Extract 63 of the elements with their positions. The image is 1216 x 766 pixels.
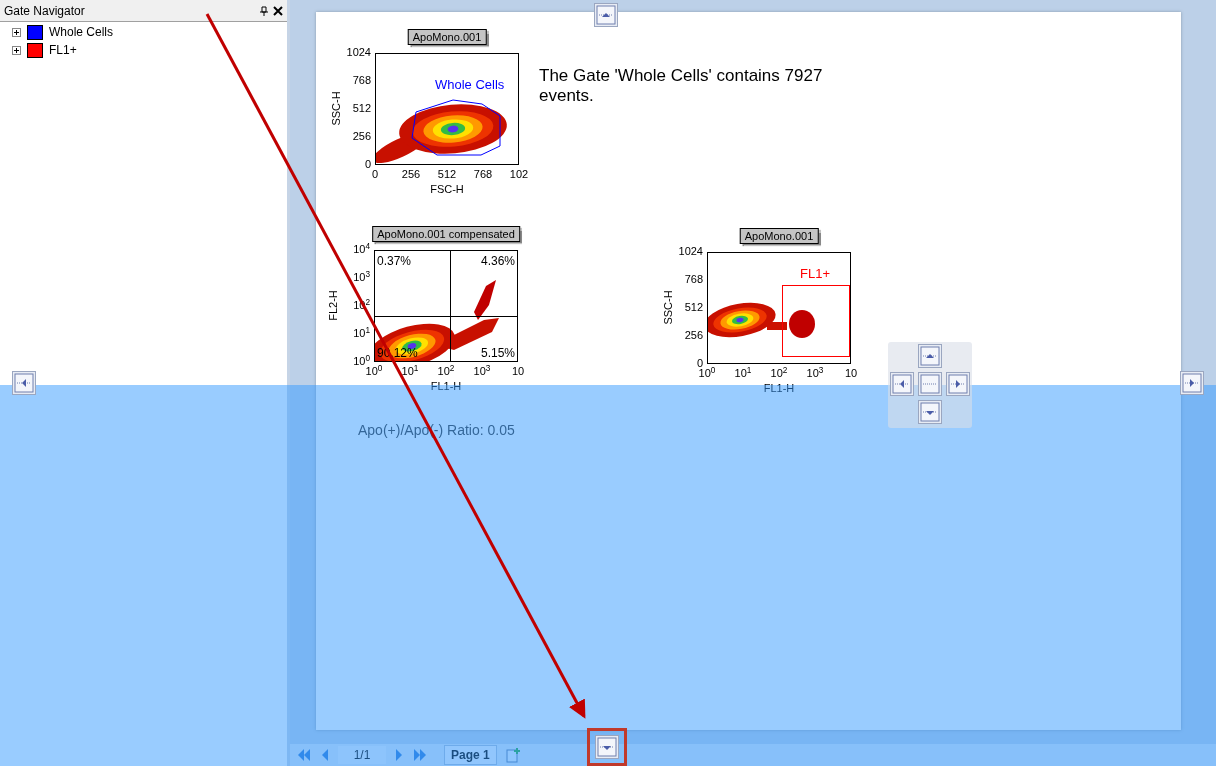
x-tick-label: 768	[473, 169, 493, 180]
dock-left-button[interactable]	[890, 372, 914, 396]
x-tick-label: 10$^{3}$	[806, 368, 824, 379]
quadrant-percentage: 0.37%	[377, 255, 412, 267]
x-tick-label: 256	[401, 169, 421, 180]
quadrant-percentage: 5.15%	[480, 347, 515, 359]
y-tick-label: 0	[364, 159, 371, 170]
dock-top-button[interactable]	[918, 344, 942, 368]
y-axis-label: FL2-H	[327, 290, 339, 321]
highlight-frame	[587, 728, 627, 766]
close-icon[interactable]	[273, 5, 283, 16]
y-tick-label: 768	[684, 274, 703, 285]
panel-title: Gate Navigator	[4, 2, 86, 20]
dock-left-button[interactable]	[12, 371, 36, 395]
pin-icon[interactable]	[259, 5, 269, 16]
expand-icon[interactable]	[12, 27, 21, 37]
x-tick-label: 10$^{1}$	[734, 368, 752, 379]
x-tick-label: 10$^{3}$	[473, 366, 491, 377]
x-tick-label: 10$^{0}$	[365, 366, 383, 377]
y-tick-label: 10$^{3}$	[353, 272, 370, 283]
y-tick-label: 0	[696, 358, 703, 369]
gate-outline	[782, 285, 850, 357]
x-tick-label: 10$^{2}$	[770, 368, 788, 379]
y-tick-label: 1024	[346, 47, 371, 58]
dock-right-button[interactable]	[946, 372, 970, 396]
y-tick-label: 768	[352, 75, 371, 86]
x-tick-label: 10$^{2}$	[437, 366, 455, 377]
y-tick-label: 1024	[678, 246, 703, 257]
dock-bottom-button[interactable]	[918, 400, 942, 424]
dock-top-button[interactable]	[594, 3, 618, 27]
dock-center-button[interactable]	[918, 372, 942, 396]
y-tick-label: 256	[684, 330, 703, 341]
page-position-field[interactable]: 1/1	[338, 746, 386, 764]
gate-info-text: The Gate 'Whole Cells' contains 7927 events.	[539, 66, 824, 106]
expand-icon[interactable]	[12, 45, 21, 55]
y-axis-label: SSC-H	[662, 290, 674, 325]
y-tick-label: 256	[352, 131, 371, 142]
x-tick-label: 10$^{1}$	[401, 366, 419, 377]
x-tick-label: 102	[509, 169, 529, 180]
y-tick-label: 10$^{4}$	[353, 244, 370, 255]
x-tick-label: 512	[437, 169, 457, 180]
x-tick-label: 10	[511, 366, 525, 377]
y-axis-label: SSC-H	[330, 91, 342, 126]
y-tick-label: 10$^{1}$	[353, 328, 370, 339]
x-axis-label: FSC-H	[430, 184, 464, 195]
gate-tree-item[interactable]: Whole Cells	[49, 23, 114, 41]
y-tick-label: 512	[352, 103, 371, 114]
y-tick-label: 10$^{0}$	[353, 356, 370, 367]
page-tab[interactable]: Page 1	[444, 745, 497, 765]
x-tick-label: 10$^{0}$	[698, 368, 716, 379]
x-axis-label: FL1-H	[763, 383, 795, 394]
plot-title: ApoMono.001	[407, 29, 487, 45]
x-tick-label: 10	[844, 368, 858, 379]
plot-title: ApoMono.001	[739, 228, 819, 244]
y-tick-label: 512	[684, 302, 703, 313]
dock-bottom-button[interactable]	[595, 735, 619, 759]
quadrant-percentage: 4.36%	[480, 255, 515, 267]
dock-right-button[interactable]	[1180, 371, 1204, 395]
x-tick-label: 0	[371, 169, 379, 180]
gate-label: FL1+	[800, 267, 830, 280]
gate-tree-item[interactable]: FL1+	[49, 41, 77, 59]
plot-title: ApoMono.001 compensated	[372, 226, 520, 242]
gate-label: Whole Cells	[435, 78, 505, 91]
